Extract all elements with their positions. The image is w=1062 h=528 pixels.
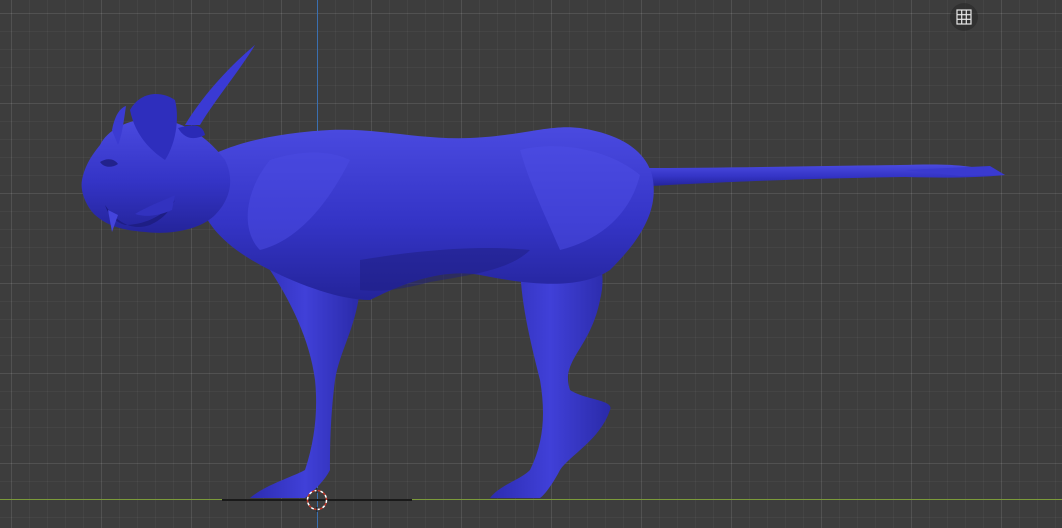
3d-cursor-icon[interactable] [305,488,329,512]
grid-icon [956,9,972,25]
cat-model[interactable] [0,0,1062,528]
grid-toggle-button[interactable] [950,3,978,31]
tail [640,164,1005,186]
3d-viewport[interactable] [0,0,1062,528]
horn [185,45,255,125]
